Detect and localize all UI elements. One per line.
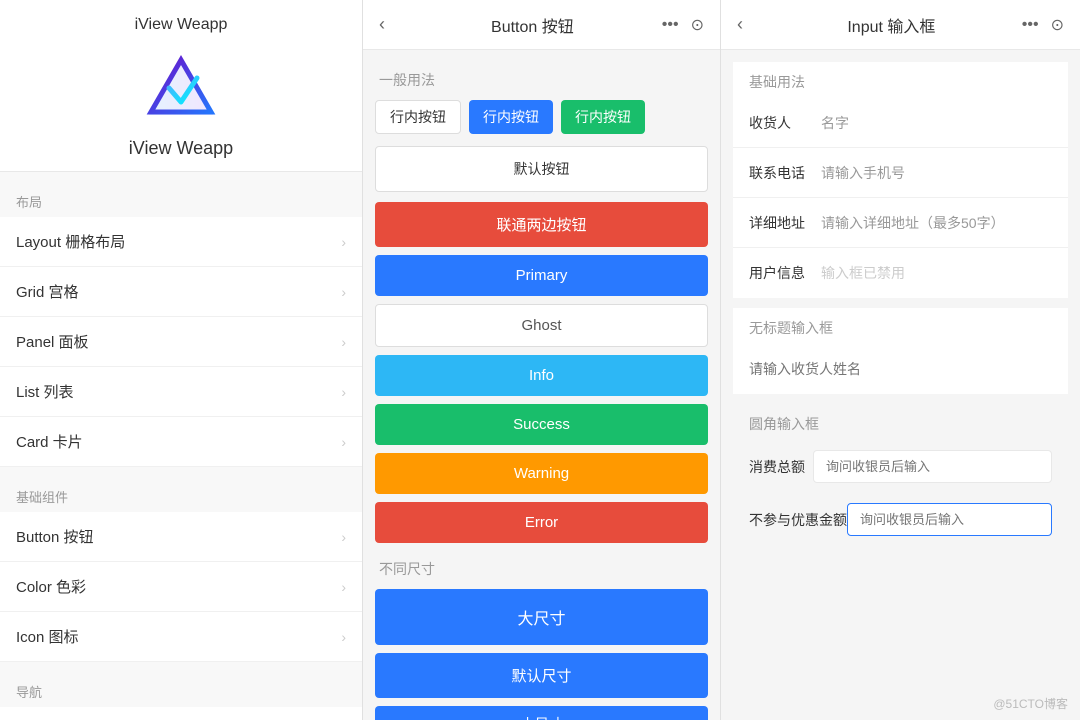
input-section-title-basic: 基础用法 (733, 62, 1068, 98)
info-button[interactable]: Info (375, 355, 708, 396)
chevron-icon: › (341, 334, 346, 350)
nav-label-button: Button 按钮 (16, 526, 94, 547)
sidebar-item-layout[interactable]: Layout 栅格布局 › (0, 217, 362, 267)
small-button[interactable]: 小尺寸 (375, 706, 708, 720)
sidebar-item-panel[interactable]: Panel 面板 › (0, 317, 362, 367)
input-panel-content: 基础用法 收货人 名字 联系电话 请输入手机号 详细地址 请输入详细地址（最多5… (721, 50, 1080, 720)
rounded-input-total[interactable] (813, 450, 1052, 483)
input-row-recipient: 收货人 名字 (733, 98, 1068, 148)
warning-button[interactable]: Warning (375, 453, 708, 494)
nav-gap (0, 467, 362, 475)
chevron-icon: › (341, 434, 346, 450)
sidebar-app-name: iView Weapp (0, 138, 362, 159)
more-icon[interactable]: ••• (662, 16, 679, 34)
sidebar-header: iView Weapp (0, 0, 362, 172)
button-panel-title: Button 按钮 (403, 13, 662, 37)
chevron-icon: › (341, 529, 346, 545)
sidebar-item-button[interactable]: Button 按钮 › (0, 512, 362, 562)
input-row-unlabeled (733, 344, 1068, 394)
input-header-icons: ••• ⊙ (1022, 15, 1064, 35)
inline-btn-success[interactable]: 行内按钮 (561, 100, 645, 134)
input-row-userinfo: 用户信息 输入框已禁用 (733, 248, 1068, 298)
input-label-address: 详细地址 (749, 213, 813, 233)
sidebar-nav: 布局 Layout 栅格布局 › Grid 宫格 › Panel 面板 › Li… (0, 172, 362, 720)
ghost-button[interactable]: Ghost (375, 304, 708, 347)
primary-button[interactable]: Primary (375, 255, 708, 296)
input-target-icon[interactable]: ⊙ (1051, 15, 1064, 35)
medium-button[interactable]: 默认尺寸 (375, 653, 708, 698)
input-unlabeled-section: 无标题输入框 (733, 308, 1068, 394)
app-logo (141, 50, 221, 130)
input-value-userinfo: 输入框已禁用 (813, 263, 1052, 283)
input-unlabeled-field[interactable] (749, 361, 1052, 377)
rounded-label-total: 消费总额 (749, 457, 813, 477)
input-label-phone: 联系电话 (749, 163, 813, 183)
button-panel: ‹ Button 按钮 ••• ⊙ 一般用法 行内按钮 行内按钮 行内按钮 默认… (363, 0, 721, 720)
rounded-label-discount: 不参与优惠金额 (749, 510, 847, 530)
rounded-input-discount[interactable] (847, 503, 1052, 536)
nav-label-icon: Icon 图标 (16, 626, 79, 647)
input-panel-header: ‹ Input 输入框 ••• ⊙ (721, 0, 1080, 50)
sidebar-item-icon[interactable]: Icon 图标 › (0, 612, 362, 662)
watermark: @51CTO博客 (993, 695, 1068, 712)
section-title-layout: 布局 (0, 180, 362, 217)
input-value-address[interactable]: 请输入详细地址（最多50字） (813, 213, 1052, 233)
section-title-nav: 导航 (0, 670, 362, 707)
telecom-button[interactable]: 联通两边按钮 (375, 202, 708, 247)
chevron-icon: › (341, 629, 346, 645)
inline-btn-default[interactable]: 行内按钮 (375, 100, 461, 134)
input-more-icon[interactable]: ••• (1022, 16, 1039, 34)
section-title-sizes: 不同尺寸 (375, 551, 708, 589)
input-rounded-section: 圆角输入框 消费总额 不参与优惠金额 (733, 404, 1068, 546)
sidebar-title: iView Weapp (0, 16, 362, 34)
sidebar-item-card[interactable]: Card 卡片 › (0, 417, 362, 467)
nav-gap2 (0, 662, 362, 670)
rounded-input-row-discount: 不参与优惠金额 (733, 493, 1068, 546)
nav-label-list: List 列表 (16, 381, 74, 402)
input-section-title-rounded: 圆角输入框 (733, 404, 1068, 440)
button-panel-header: ‹ Button 按钮 ••• ⊙ (363, 0, 720, 50)
header-icons-right: ••• ⊙ (662, 15, 704, 35)
default-button[interactable]: 默认按钮 (375, 146, 708, 192)
input-label-recipient: 收货人 (749, 113, 813, 133)
success-button[interactable]: Success (375, 404, 708, 445)
error-button[interactable]: Error (375, 502, 708, 543)
nav-label-card: Card 卡片 (16, 431, 83, 452)
nav-label-layout: Layout 栅格布局 (16, 231, 125, 252)
section-title-basic: 基础组件 (0, 475, 362, 512)
sidebar-item-grid[interactable]: Grid 宫格 › (0, 267, 362, 317)
input-row-phone: 联系电话 请输入手机号 (733, 148, 1068, 198)
input-value-recipient[interactable]: 名字 (813, 113, 1052, 133)
rounded-input-row-total: 消费总额 (733, 440, 1068, 493)
input-label-userinfo: 用户信息 (749, 263, 813, 283)
chevron-icon: › (341, 579, 346, 595)
input-panel: ‹ Input 输入框 ••• ⊙ 基础用法 收货人 名字 联系电话 请输入手机… (721, 0, 1080, 720)
target-icon[interactable]: ⊙ (691, 15, 704, 35)
chevron-icon: › (341, 384, 346, 400)
nav-label-color: Color 色彩 (16, 576, 86, 597)
chevron-icon: › (341, 284, 346, 300)
input-row-address: 详细地址 请输入详细地址（最多50字） (733, 198, 1068, 248)
sidebar-panel: iView Weapp (0, 0, 363, 720)
chevron-icon: › (341, 234, 346, 250)
back-icon[interactable]: ‹ (379, 14, 403, 35)
sidebar-item-color[interactable]: Color 色彩 › (0, 562, 362, 612)
input-panel-title: Input 输入框 (761, 13, 1022, 37)
input-section-title-unlabeled: 无标题输入框 (733, 308, 1068, 344)
input-back-icon[interactable]: ‹ (737, 14, 761, 35)
inline-btn-primary[interactable]: 行内按钮 (469, 100, 553, 134)
inline-buttons-group: 行内按钮 行内按钮 行内按钮 (375, 100, 708, 134)
sidebar-item-list[interactable]: List 列表 › (0, 367, 362, 417)
large-button[interactable]: 大尺寸 (375, 589, 708, 645)
nav-label-grid: Grid 宫格 (16, 281, 79, 302)
nav-label-panel: Panel 面板 (16, 331, 89, 352)
sidebar-item-tabbar[interactable]: TabBar 标签栏 › (0, 707, 362, 720)
input-basic-section: 基础用法 收货人 名字 联系电话 请输入手机号 详细地址 请输入详细地址（最多5… (733, 62, 1068, 298)
button-panel-content: 一般用法 行内按钮 行内按钮 行内按钮 默认按钮 联通两边按钮 Primary … (363, 50, 720, 720)
input-value-phone[interactable]: 请输入手机号 (813, 163, 1052, 183)
section-title-general: 一般用法 (375, 62, 708, 100)
